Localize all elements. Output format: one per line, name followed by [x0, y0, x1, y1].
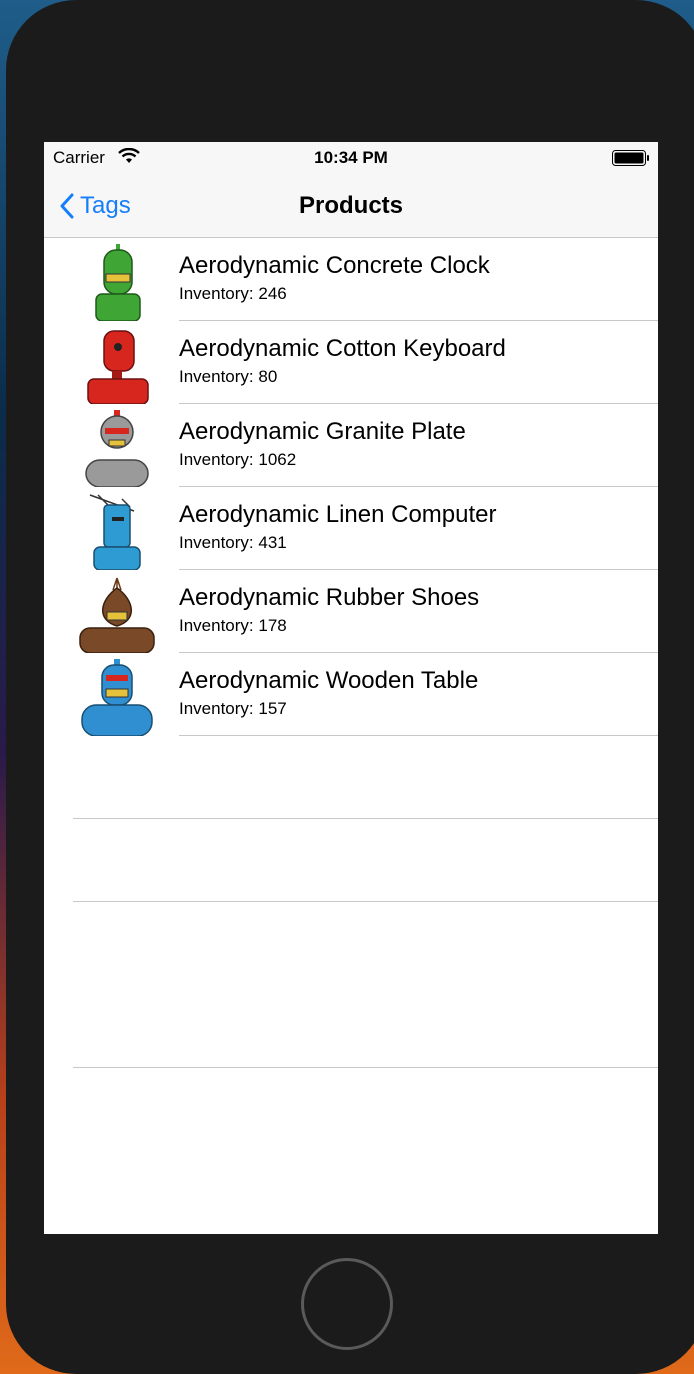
status-bar: Carrier 10:34 PM	[44, 142, 658, 174]
empty-row	[44, 902, 658, 1068]
navigation-bar: Tags Products	[44, 174, 658, 238]
product-row[interactable]: Aerodynamic Wooden Table Inventory: 157	[44, 653, 658, 736]
product-name: Aerodynamic Linen Computer	[179, 501, 497, 528]
product-list: Aerodynamic Concrete Clock Inventory: 24…	[44, 238, 658, 1068]
product-inventory: Inventory: 1062	[179, 450, 297, 469]
red-robot-icon	[87, 330, 149, 404]
row-separator	[73, 1067, 658, 1068]
empty-row	[44, 819, 658, 902]
blue-robot-icon	[81, 659, 153, 736]
product-row[interactable]: Aerodynamic Rubber Shoes Inventory: 178	[44, 570, 658, 653]
battery-icon	[612, 150, 650, 166]
product-row[interactable]: Aerodynamic Linen Computer Inventory: 43…	[44, 487, 658, 570]
product-inventory: Inventory: 80	[179, 367, 278, 386]
status-time: 10:34 PM	[314, 148, 388, 167]
brown-robot-icon	[79, 577, 155, 653]
blue-antenna-robot-icon	[89, 494, 141, 570]
home-button[interactable]	[301, 1258, 393, 1350]
product-row[interactable]: Aerodynamic Cotton Keyboard Inventory: 8…	[44, 321, 658, 404]
product-name: Aerodynamic Granite Plate	[179, 418, 466, 445]
product-row[interactable]: Aerodynamic Concrete Clock Inventory: 24…	[44, 238, 658, 321]
product-name: Aerodynamic Wooden Table	[179, 667, 479, 694]
product-inventory: Inventory: 246	[179, 284, 287, 303]
product-name: Aerodynamic Concrete Clock	[179, 252, 490, 279]
product-inventory: Inventory: 157	[179, 699, 287, 718]
product-inventory: Inventory: 178	[179, 616, 287, 635]
green-robot-icon	[95, 244, 141, 321]
product-inventory: Inventory: 431	[179, 533, 287, 552]
empty-row	[44, 736, 658, 819]
product-name: Aerodynamic Rubber Shoes	[179, 584, 480, 611]
gray-robot-icon	[85, 410, 149, 487]
page-title: Products	[298, 192, 403, 219]
product-row[interactable]: Aerodynamic Granite Plate Inventory: 106…	[44, 404, 658, 487]
app-screen: Carrier 10:34 PM Tags Products Aerodynam…	[44, 142, 658, 1234]
product-name: Aerodynamic Cotton Keyboard	[179, 335, 506, 362]
